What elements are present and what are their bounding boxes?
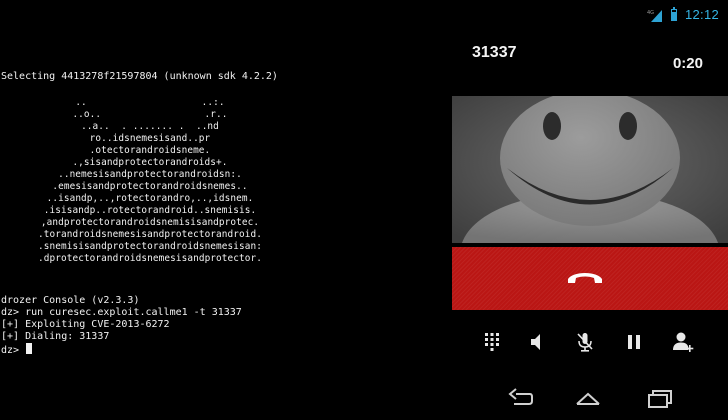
- banner-line: .isisandp..rotectorandroid..snemisis.: [43, 205, 257, 216]
- banner-line: ro..idsnemesisand..pr: [89, 133, 211, 144]
- add-call-icon: [673, 332, 694, 352]
- banner-line: .. ..:.: [75, 97, 225, 108]
- speaker-icon: [531, 334, 540, 350]
- mute-button[interactable]: [563, 322, 607, 364]
- svg-text:4G: 4G: [647, 10, 654, 16]
- recent-apps-button[interactable]: [632, 378, 688, 418]
- recent-apps-icon: [648, 390, 672, 408]
- end-call-icon: [568, 273, 602, 283]
- dialpad-button[interactable]: [470, 322, 514, 364]
- add-call-button[interactable]: [661, 322, 705, 364]
- console-output-line: [+] Exploiting CVE-2013-6272: [1, 319, 170, 330]
- back-button[interactable]: [492, 378, 548, 418]
- banner-line: .,sisandprotectorandroids+.: [72, 157, 228, 168]
- status-bar: 4G 12:12: [448, 0, 728, 30]
- contact-photo: [452, 96, 728, 243]
- banner-line: .otectorandroidsneme.: [89, 145, 211, 156]
- banner-line: .torandroidsnemesisandprotectorandroid.: [37, 229, 263, 240]
- hold-pause-icon: [628, 335, 640, 349]
- prompt-text: dz>: [1, 345, 26, 356]
- banner-line: .dprotectorandroidsnemesisandprotector.: [37, 253, 263, 264]
- console-command-line: dz> run curesec.exploit.callme1 -t 31337: [1, 307, 242, 318]
- navigation-bar: [448, 376, 728, 420]
- back-icon: [508, 388, 533, 405]
- hold-button[interactable]: [612, 322, 656, 364]
- mute-microphone-icon: [577, 333, 593, 352]
- command-prompt-line[interactable]: dz>: [1, 343, 242, 356]
- end-call-button[interactable]: [452, 247, 728, 310]
- dialpad-icon: [485, 333, 499, 351]
- text-cursor: [26, 343, 33, 354]
- home-icon: [576, 392, 600, 405]
- banner-line: ..isandp,..,rotectorandro,..,idsnem.: [46, 193, 254, 204]
- speaker-button[interactable]: [514, 322, 558, 364]
- banner-line: ..o.. .r..: [72, 109, 228, 120]
- banner-line: ,andprotectorandroidsnemisisandprotec.: [40, 217, 260, 228]
- console-output-line: [+] Dialing: 31337: [1, 331, 110, 342]
- console-output: drozer Console (v2.3.3) dz> run curesec.…: [1, 295, 242, 356]
- terminal-window[interactable]: Selecting 4413278f21597804 (unknown sdk …: [0, 0, 448, 420]
- call-timer: 0:20: [672, 55, 703, 72]
- android-call-screen: 4G 12:12 31337 0:20: [448, 0, 728, 420]
- console-version-line: drozer Console (v2.3.3): [1, 295, 140, 306]
- drozer-ascii-banner: .. ..:. ..o.. .r.. ..a.. . ....... . ..n…: [0, 97, 300, 265]
- signal-icon: 4G: [647, 10, 662, 22]
- banner-line: .snemisisandprotectorandroidsnemesisan:: [37, 241, 263, 252]
- banner-line: ..a.. . ....... . ..nd: [81, 121, 219, 132]
- default-contact-avatar-icon: [452, 96, 728, 243]
- banner-line: .emesisandprotectorandroidsnemes..: [52, 181, 248, 192]
- home-button[interactable]: [560, 378, 616, 418]
- battery-icon: [671, 7, 677, 21]
- caller-number: 31337: [472, 44, 517, 61]
- status-clock: 12:12: [685, 7, 720, 22]
- banner-line: ..nemesisandprotectorandroidsn:.: [58, 169, 242, 180]
- device-selection-line: Selecting 4413278f21597804 (unknown sdk …: [1, 71, 278, 82]
- in-call-controls: [448, 322, 728, 364]
